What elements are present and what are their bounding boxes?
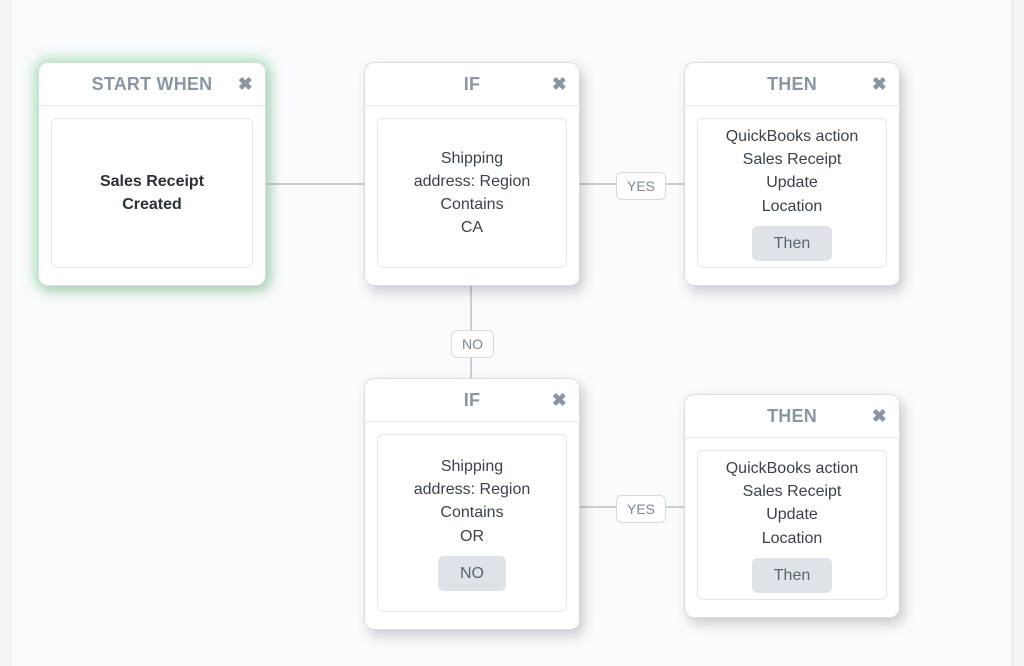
trigger-node[interactable]: START WHEN ✖ Sales Receipt Created (38, 62, 266, 286)
node-title: IF (464, 390, 480, 410)
body-line: Location (756, 195, 829, 218)
node-header: IF ✖ (365, 63, 579, 106)
node-body-wrap: Sales Receipt Created (39, 106, 265, 280)
body-line: Update (760, 503, 824, 526)
body-line: Shipping (435, 455, 509, 478)
node-header: THEN ✖ (685, 63, 899, 106)
action-node[interactable]: THEN ✖ QuickBooks action Sales Receipt U… (684, 394, 900, 618)
body-line: CA (455, 216, 489, 239)
body-line: Contains (434, 501, 509, 524)
body-line: Location (756, 527, 829, 550)
body-line: address: Region (408, 170, 537, 193)
action-node[interactable]: THEN ✖ QuickBooks action Sales Receipt U… (684, 62, 900, 286)
no-pill[interactable]: NO (438, 556, 506, 591)
edge-label-yes: YES (616, 495, 666, 523)
node-body[interactable]: QuickBooks action Sales Receipt Update L… (697, 450, 887, 600)
close-icon[interactable]: ✖ (872, 395, 887, 437)
workflow-canvas[interactable]: START WHEN ✖ Sales Receipt Created IF ✖ … (12, 0, 1013, 666)
body-line: Created (116, 193, 188, 216)
then-pill[interactable]: Then (752, 226, 832, 261)
node-body-wrap: QuickBooks action Sales Receipt Update L… (685, 438, 899, 612)
close-icon[interactable]: ✖ (552, 379, 567, 421)
body-line: QuickBooks action (720, 457, 865, 480)
node-title: START WHEN (92, 74, 213, 94)
body-line: Shipping (435, 147, 509, 170)
node-body[interactable]: Shipping address: Region Contains OR NO (377, 434, 567, 612)
node-body-wrap: Shipping address: Region Contains OR NO (365, 422, 579, 624)
node-body-wrap: QuickBooks action Sales Receipt Update L… (685, 106, 899, 280)
close-icon[interactable]: ✖ (552, 63, 567, 105)
node-header: IF ✖ (365, 379, 579, 422)
condition-node[interactable]: IF ✖ Shipping address: Region Contains C… (364, 62, 580, 286)
node-body[interactable]: Shipping address: Region Contains CA (377, 118, 567, 268)
node-title: THEN (767, 74, 817, 94)
body-line: Contains (434, 193, 509, 216)
node-header: START WHEN ✖ (39, 63, 265, 106)
body-line: Sales Receipt (94, 170, 210, 193)
node-body-wrap: Shipping address: Region Contains CA (365, 106, 579, 280)
node-body[interactable]: Sales Receipt Created (51, 118, 253, 268)
close-icon[interactable]: ✖ (872, 63, 887, 105)
condition-node[interactable]: IF ✖ Shipping address: Region Contains O… (364, 378, 580, 630)
then-pill[interactable]: Then (752, 558, 832, 593)
body-line: Sales Receipt (737, 148, 848, 171)
body-line: OR (454, 525, 490, 548)
body-line: Sales Receipt (737, 480, 848, 503)
node-title: IF (464, 74, 480, 94)
body-line: Update (760, 171, 824, 194)
body-line: address: Region (408, 478, 537, 501)
edge-label-no: NO (451, 330, 494, 358)
close-icon[interactable]: ✖ (238, 63, 253, 105)
edge-label-yes: YES (616, 172, 666, 200)
body-line: QuickBooks action (720, 125, 865, 148)
node-body[interactable]: QuickBooks action Sales Receipt Update L… (697, 118, 887, 268)
node-header: THEN ✖ (685, 395, 899, 438)
node-title: THEN (767, 406, 817, 426)
